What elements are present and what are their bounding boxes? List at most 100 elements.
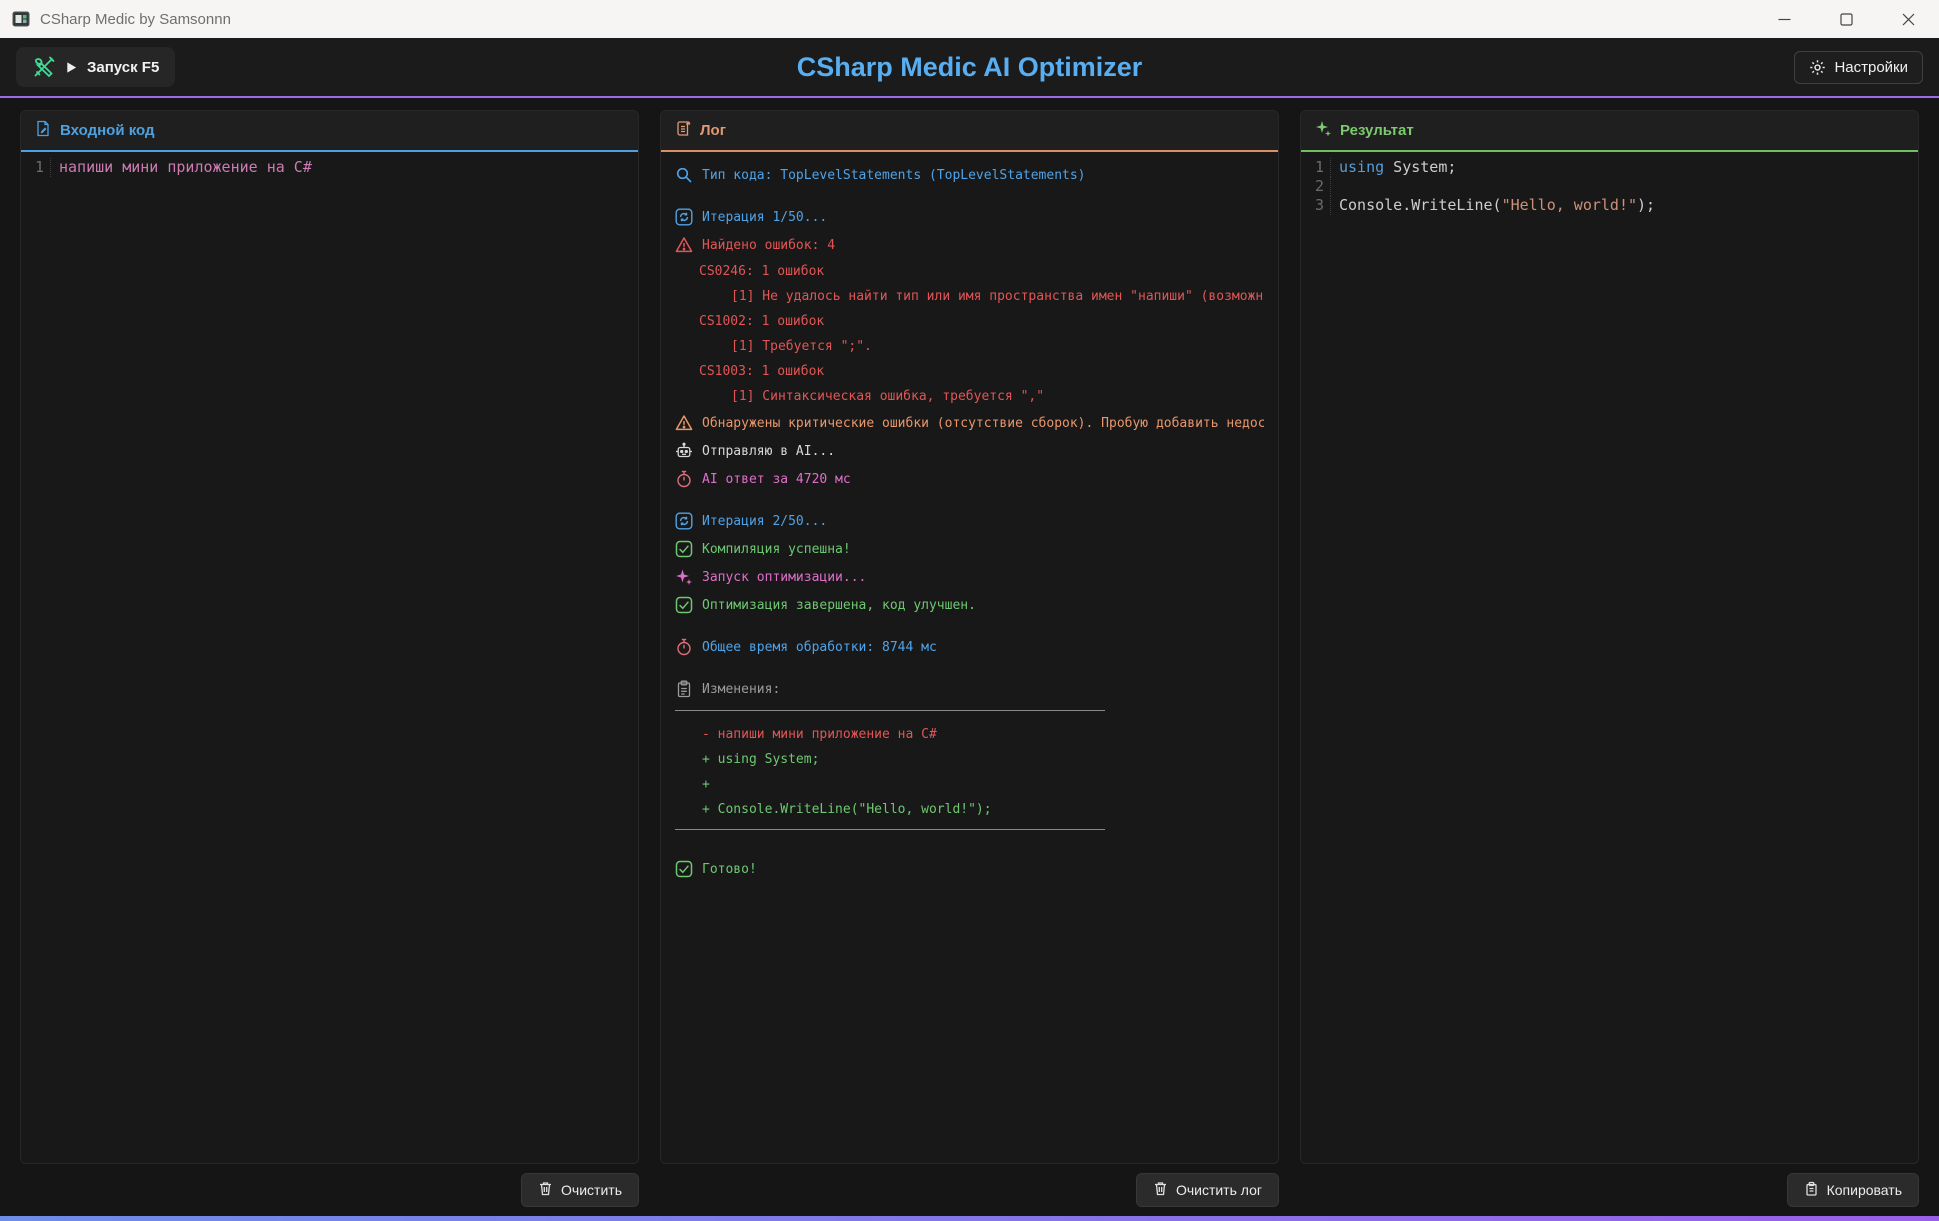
- copy-button-label: Копировать: [1827, 1182, 1902, 1198]
- copy-icon: [1804, 1181, 1819, 1199]
- settings-button[interactable]: Настройки: [1794, 51, 1923, 84]
- app-window: CSharp Medic by Samsonnn Запуск F5 CShar…: [0, 0, 1939, 1221]
- input-panel: Входной код 1напиши мини приложение на C…: [20, 110, 639, 1164]
- play-icon: [65, 61, 78, 74]
- log-text: - напиши мини приложение на C#: [675, 727, 937, 742]
- log-entry: - напиши мини приложение на C#: [675, 727, 1264, 742]
- code-text: [1339, 177, 1348, 196]
- code-line: 3Console.WriteLine("Hello, world!");: [1301, 196, 1918, 215]
- log-text: Тип кода: TopLevelStatements (TopLevelSt…: [702, 168, 1086, 183]
- clear-input-label: Очистить: [561, 1182, 622, 1198]
- code-line: 2: [1301, 177, 1918, 196]
- gear-icon: [1809, 59, 1826, 76]
- titlebar: CSharp Medic by Samsonnn: [0, 0, 1939, 38]
- log-output[interactable]: Тип кода: TopLevelStatements (TopLevelSt…: [661, 152, 1278, 1163]
- log-separator: [675, 710, 1105, 711]
- page-title: CSharp Medic AI Optimizer: [0, 52, 1939, 83]
- log-text: Обнаружены критические ошибки (отсутстви…: [702, 416, 1264, 431]
- log-entry: Найдено ошибок: 4: [675, 236, 1264, 254]
- log-text: +: [675, 777, 710, 792]
- log-text: Готово!: [702, 862, 757, 877]
- app-icon: [12, 10, 30, 28]
- bottom-accent-strip: [0, 1216, 1939, 1221]
- input-editor[interactable]: 1напиши мини приложение на C#: [21, 152, 638, 1163]
- stopwatch-icon: [675, 470, 693, 488]
- log-entry: Оптимизация завершена, код улучшен.: [675, 596, 1264, 614]
- log-entry: Итерация 2/50...: [675, 512, 1264, 530]
- log-text: [1] Требуется ";".: [675, 339, 872, 354]
- result-panel-header: Результат: [1301, 111, 1918, 152]
- scroll-icon: [675, 120, 692, 141]
- settings-button-label: Настройки: [1834, 59, 1908, 76]
- log-entry: Компиляция успешна!: [675, 540, 1264, 558]
- refresh-icon: [675, 208, 693, 226]
- log-entry: CS0246: 1 ошибок: [675, 264, 1264, 279]
- log-text: CS1002: 1 ошибок: [675, 314, 824, 329]
- line-number: 1: [1301, 158, 1331, 177]
- main-area: Входной код 1напиши мини приложение на C…: [0, 98, 1939, 1216]
- log-entry: Запуск оптимизации...: [675, 568, 1264, 586]
- log-text: Компиляция успешна!: [702, 542, 851, 557]
- run-button[interactable]: Запуск F5: [16, 47, 175, 87]
- log-panel-title: Лог: [700, 122, 726, 139]
- copy-button[interactable]: Копировать: [1787, 1173, 1919, 1207]
- warning-icon: [675, 236, 693, 254]
- clear-input-button[interactable]: Очистить: [521, 1173, 639, 1207]
- log-text: [1] Синтаксическая ошибка, требуется ",": [675, 389, 1044, 404]
- log-text: Итерация 1/50...: [702, 210, 827, 225]
- log-entry: Изменения:: [675, 680, 1264, 698]
- log-spacer: [675, 846, 1264, 860]
- run-button-label: Запуск F5: [87, 59, 159, 76]
- refresh-icon: [675, 512, 693, 530]
- check-icon: [675, 860, 693, 878]
- input-column: Входной код 1напиши мини приложение на C…: [20, 110, 639, 1216]
- line-number: 3: [1301, 196, 1331, 215]
- clear-log-label: Очистить лог: [1176, 1182, 1262, 1198]
- code-line: 1напиши мини приложение на C#: [21, 158, 638, 177]
- log-button-row: Очистить лог: [660, 1164, 1279, 1216]
- log-entry: +: [675, 777, 1264, 792]
- line-number: 2: [1301, 177, 1331, 196]
- log-entry: [1] Не удалось найти тип или имя простра…: [675, 289, 1264, 304]
- log-text: CS0246: 1 ошибок: [675, 264, 824, 279]
- log-entry: Итерация 1/50...: [675, 208, 1264, 226]
- log-text: Оптимизация завершена, код улучшен.: [702, 598, 976, 613]
- log-text: AI ответ за 4720 мс: [702, 472, 851, 487]
- result-viewer[interactable]: 1 using System; 2 3Console.WriteLine("Hell…: [1301, 152, 1918, 1163]
- log-spacer: [675, 194, 1264, 208]
- log-separator: [675, 829, 1105, 830]
- minimize-icon[interactable]: [1753, 0, 1815, 38]
- log-column: Лог Тип кода: TopLevelStatements (TopLev…: [660, 110, 1279, 1216]
- log-panel: Лог Тип кода: TopLevelStatements (TopLev…: [660, 110, 1279, 1164]
- log-entry: Готово!: [675, 860, 1264, 878]
- input-button-row: Очистить: [20, 1164, 639, 1216]
- document-edit-icon: [35, 120, 52, 141]
- clipboard-icon: [675, 680, 693, 698]
- log-entry: CS1002: 1 ошибок: [675, 314, 1264, 329]
- input-panel-header: Входной код: [21, 111, 638, 152]
- close-icon[interactable]: [1877, 0, 1939, 38]
- log-spacer: [675, 666, 1264, 680]
- log-text: [1] Не удалось найти тип или имя простра…: [675, 289, 1264, 304]
- log-text: Запуск оптимизации...: [702, 570, 866, 585]
- result-column: Результат 1 using System; 2 3Console.Write…: [1300, 110, 1919, 1216]
- magnifier-icon: [675, 166, 693, 184]
- log-entry: Общее время обработки: 8744 мс: [675, 638, 1264, 656]
- log-entry: [1] Синтаксическая ошибка, требуется ",": [675, 389, 1264, 404]
- window-title: CSharp Medic by Samsonnn: [40, 11, 1753, 28]
- result-panel: Результат 1 using System; 2 3Console.Write…: [1300, 110, 1919, 1164]
- log-text: Изменения:: [702, 682, 780, 697]
- log-entry: CS1003: 1 ошибок: [675, 364, 1264, 379]
- clear-log-button[interactable]: Очистить лог: [1136, 1173, 1279, 1207]
- input-panel-title: Входной код: [60, 122, 155, 139]
- log-entry: AI ответ за 4720 мс: [675, 470, 1264, 488]
- code-line: 1 using System;: [1301, 158, 1918, 177]
- log-text: CS1003: 1 ошибок: [675, 364, 824, 379]
- line-number: 1: [21, 158, 51, 177]
- tools-icon: [32, 55, 56, 79]
- log-spacer: [675, 624, 1264, 638]
- log-entry: + Console.WriteLine("Hello, world!");: [675, 802, 1264, 817]
- maximize-icon[interactable]: [1815, 0, 1877, 38]
- log-text: Найдено ошибок: 4: [702, 238, 835, 253]
- code-text: using System;: [1339, 158, 1456, 177]
